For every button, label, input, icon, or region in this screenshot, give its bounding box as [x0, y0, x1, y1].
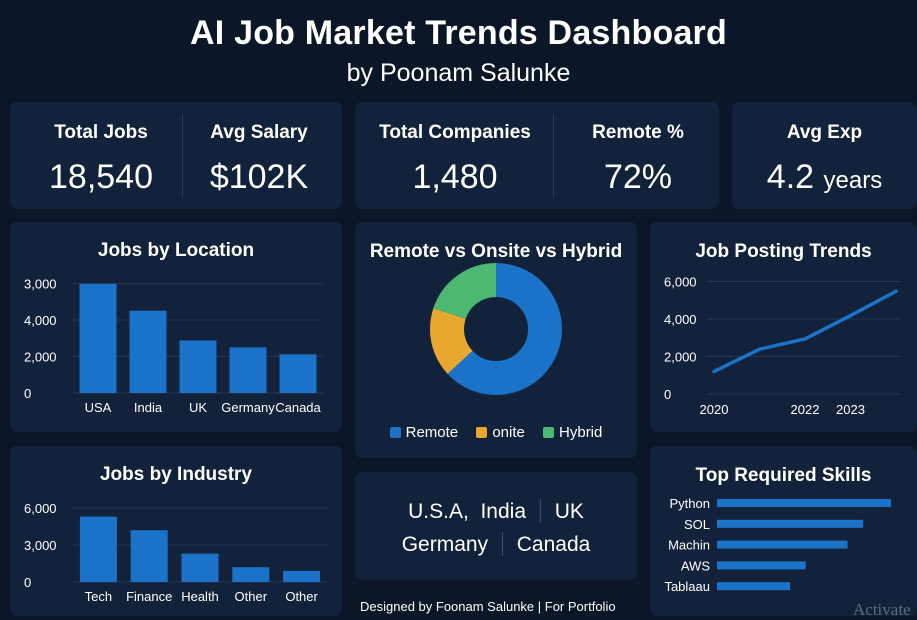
x-tick-label: Other — [285, 589, 318, 604]
x-tick-label: USA — [85, 400, 112, 415]
x-tick-label: UK — [189, 400, 207, 415]
activation-watermark: Activate — [853, 600, 911, 619]
x-tick-label: Tech — [85, 589, 112, 604]
x-tick-label: Health — [181, 589, 219, 604]
country-uk: UK — [554, 500, 584, 523]
y-tick-label: 3,000 — [24, 277, 57, 292]
country-germany: Germany — [401, 533, 489, 556]
legend-item-onsite: onite — [476, 424, 525, 441]
skill-bar — [717, 582, 791, 591]
y-tick-label: 0 — [24, 386, 31, 401]
trend-line — [712, 289, 898, 374]
remote-pct-value: 72% — [603, 158, 673, 196]
avg-salary-label: Avg Salary — [210, 122, 308, 143]
x-tick-label: India — [134, 400, 163, 415]
dashboard-title: AI Job Market Trends Dashboard — [190, 14, 727, 52]
skills-bar-chart: Python SOL Machin AWS Tablaau — [664, 496, 891, 594]
y-tick-label: 0 — [24, 575, 31, 590]
location-bar-chart: 0 2,000 4,000 3,000 USA India UK Germany Canada — [24, 277, 323, 415]
hybrid-swatch — [543, 427, 555, 438]
total-companies-value: 1,480 — [412, 158, 498, 196]
x-tick-label: Germany — [221, 400, 275, 415]
bar — [229, 347, 267, 393]
country-divider — [539, 499, 541, 523]
x-tick-label: 2023 — [836, 402, 865, 417]
trends-chart-card: Job Posting Trends 0 2,000 4,000 6,000 2020 2… — [650, 222, 917, 432]
bar — [181, 553, 219, 582]
y-tick-label: 6,000 — [24, 501, 57, 516]
y-tick-label: 4,000 — [664, 312, 697, 327]
bar — [129, 310, 167, 393]
skills-chart-card: Top Required Skills Python SOL Machin AWS Ta… — [650, 446, 917, 616]
remote-swatch — [389, 427, 401, 438]
avg-exp-value: 4.2 — [766, 158, 815, 196]
legend-item-hybrid: Hybrid — [543, 424, 602, 441]
industry-bar-chart: 0 3,000 6,000 Tech Finance Health Other Other — [24, 501, 327, 604]
bar — [130, 530, 168, 582]
x-tick-label: 2022 — [791, 402, 820, 417]
legend-label-onsite: onite — [492, 424, 525, 441]
remote-pct-label: Remote % — [592, 122, 684, 143]
kpi-card-jobs-salary: Total Jobs 18,540 Avg Salary $102K — [10, 102, 342, 209]
footer-credit: Designed by Foonam Salunke | For Portfol… — [360, 599, 616, 614]
avg-exp-unit: years — [823, 167, 883, 194]
avg-exp-label: Avg Exp — [786, 122, 863, 143]
country-usa: U.S.A, — [408, 500, 469, 523]
location-chart-card: Jobs by Location 0 2,000 4,000 3,000 USA Indi… — [10, 222, 342, 432]
industry-chart-card: Jobs by Industry 0 3,000 6,000 Tech Finance H… — [10, 446, 342, 616]
skill-bar — [717, 499, 891, 507]
countries-row-2: Germany Canada — [355, 532, 637, 557]
worktype-legend: Remote onite Hybrid — [355, 424, 637, 441]
total-jobs-label: Total Jobs — [54, 122, 148, 143]
y-tick-label: 2,000 — [24, 350, 57, 365]
x-tick-label: Other — [235, 589, 268, 604]
x-tick-label: 2020 — [700, 402, 729, 417]
y-tick-label: 6,000 — [664, 275, 697, 290]
skill-label: Python — [670, 496, 710, 511]
bar — [232, 567, 270, 582]
legend-item-remote: Remote — [389, 424, 459, 441]
legend-label-hybrid: Hybrid — [559, 424, 603, 441]
worktype-donut-chart — [430, 263, 562, 395]
countries-card: U.S.A, India UK Germany Canada — [355, 472, 637, 580]
bar — [79, 283, 117, 393]
skill-bar — [717, 540, 848, 549]
x-tick-label: Finance — [126, 589, 172, 604]
skill-label: SOL — [684, 517, 710, 532]
country-india: India — [480, 500, 527, 523]
x-tick-label: Canada — [275, 400, 321, 415]
skill-label: Machin — [668, 538, 710, 553]
y-tick-label: 4,000 — [24, 313, 57, 328]
onsite-swatch — [476, 427, 488, 438]
trends-line-chart: 0 2,000 4,000 6,000 2020 2022 2023 — [664, 275, 900, 417]
skill-label: Tablaau — [664, 579, 710, 594]
country-divider — [501, 532, 503, 556]
total-jobs-value: 18,540 — [49, 158, 153, 196]
countries-row-1: U.S.A, India UK — [355, 499, 637, 524]
kpi-card-companies-remote: Total Companies 1,480 Remote % 72% — [355, 102, 719, 209]
bar — [283, 570, 321, 582]
y-tick-label: 0 — [664, 387, 671, 402]
skill-bar — [717, 519, 864, 528]
skill-label: AWS — [681, 558, 710, 573]
bar — [279, 354, 317, 393]
worktype-chart-card: Remote vs Onsite vs Hybrid Remote onite … — [355, 222, 637, 458]
skill-bar — [717, 561, 806, 570]
country-canada: Canada — [516, 533, 591, 556]
bar — [179, 340, 217, 393]
y-tick-label: 3,000 — [24, 538, 57, 553]
dashboard-subtitle: by Poonam Salunke — [346, 59, 571, 87]
kpi-card-avg-exp: Avg Exp 4.2 years — [732, 102, 917, 209]
avg-salary-value: $102K — [209, 158, 309, 196]
total-companies-label: Total Companies — [379, 122, 531, 143]
legend-label-remote: Remote — [405, 424, 459, 441]
bar — [79, 516, 117, 582]
y-tick-label: 2,000 — [664, 350, 697, 365]
